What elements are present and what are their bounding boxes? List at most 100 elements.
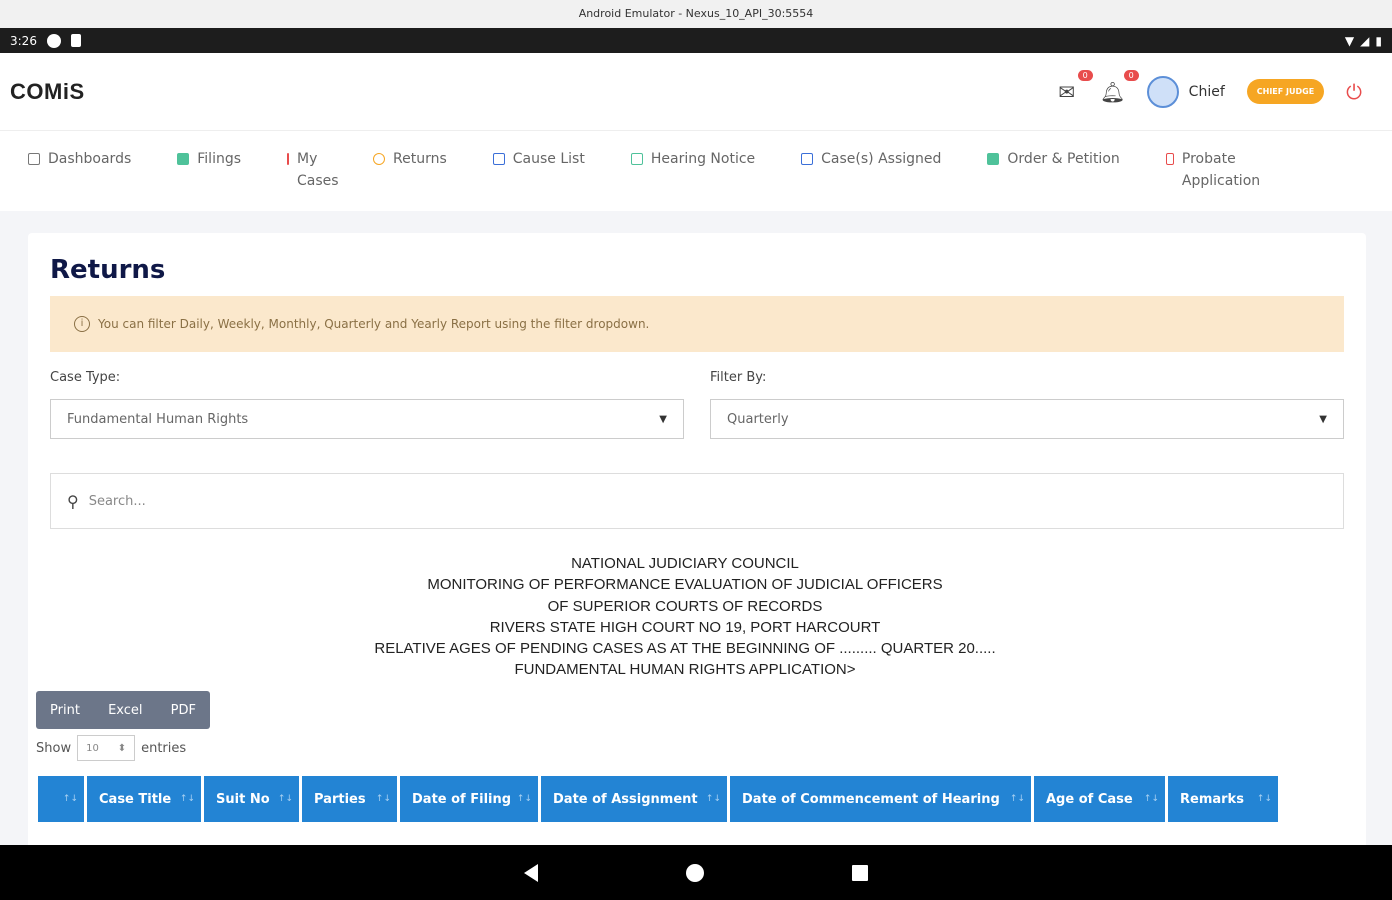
column-label: Age of Case [1046,791,1133,807]
print-button[interactable]: Print [50,703,80,718]
nav-label: My Cases [297,151,339,189]
nav-order-petition[interactable]: Order & Petition [987,148,1120,170]
cause-list-icon [492,153,505,165]
nav-label: Filings [197,151,242,167]
notification-button[interactable]: 🔔︎ 0 [1099,69,1139,104]
notification-icon [46,33,61,48]
cases-assigned-icon [801,153,814,165]
column-header-index[interactable]: ↑↓ [38,776,84,822]
android-nav-bar [0,845,1392,900]
filter-by-select[interactable]: Quarterly ▼ [710,399,1344,439]
caret-down-icon: ▼ [1319,413,1327,425]
nav-label: Probate Application [1181,151,1261,189]
nav-cause-list[interactable]: Cause List [492,148,585,170]
entries-select[interactable]: 10 ⬍ [77,735,136,761]
report-line: MONITORING OF PERFORMANCE EVALUATION OF … [427,576,943,594]
wifi-icon: ▼ [1344,33,1355,48]
filter-by-label: Filter By: [710,370,767,385]
report-line: RELATIVE AGES OF PENDING CASES AS AT THE… [374,640,996,658]
home-icon[interactable] [686,863,704,882]
stepper-icon: ⬍ [117,742,127,754]
probate-icon [1165,153,1174,165]
status-time: 3:26 [10,33,37,48]
user-menu[interactable]: Chief [1146,75,1225,108]
excel-button[interactable]: Excel [108,703,142,718]
page-title: Returns [50,255,166,285]
comis-logo[interactable]: COMiS [10,79,85,105]
nav-label: Dashboards [48,151,132,167]
column-header-age-of-case[interactable]: Age of Case ↑↓ [1034,776,1165,822]
sort-icon: ↑↓ [1256,794,1272,804]
user-name: Chief [1188,83,1225,100]
nav-my-cases[interactable]: My Cases [287,148,339,192]
pdf-button[interactable]: PDF [171,703,196,718]
export-button-group: Print Excel PDF [36,691,210,729]
main-nav: Dashboards Filings My Cases Returns Caus… [0,131,1392,211]
nav-dashboards[interactable]: Dashboards [28,148,131,170]
column-label: Parties [314,791,366,807]
nav-label: Hearing Notice [650,151,756,167]
nav-hearing-notice[interactable]: Hearing Notice [630,148,756,170]
search-placeholder: Search... [88,493,146,509]
report-line: OF SUPERIOR COURTS OF RECORDS [547,597,823,615]
filings-icon [177,153,190,165]
back-icon[interactable] [524,863,538,882]
search-input[interactable]: ⚲ Search... [50,473,1344,529]
signal-icon: ◢ [1360,33,1370,48]
case-type-value: Fundamental Human Rights [67,411,249,427]
avatar [1146,75,1179,108]
order-petition-icon [987,153,1000,165]
report-line: RIVERS STATE HIGH COURT NO 19, PORT HARC… [489,618,881,636]
column-label: Date of Assignment [553,791,698,807]
filter-by-value: Quarterly [727,411,789,427]
report-header: NATIONAL JUDICIARY COUNCIL MONITORING OF… [50,553,1320,681]
mail-badge: 0 [1077,69,1093,81]
sort-icon: ↑↓ [1143,794,1159,804]
entries-value: 10 [86,742,99,754]
my-cases-icon [287,153,290,165]
report-line: FUNDAMENTAL HUMAN RIGHTS APPLICATION> [514,661,856,679]
column-header-date-of-commencement[interactable]: Date of Commencement of Hearing ↑↓ [730,776,1031,822]
sort-icon: ↑↓ [516,794,532,804]
role-badge: CHIEF JUDGE [1246,79,1325,104]
report-line: NATIONAL JUDICIARY COUNCIL [571,555,799,572]
column-header-parties[interactable]: Parties ↑↓ [302,776,397,822]
nav-cases-assigned[interactable]: Case(s) Assigned [801,148,941,170]
nav-label: Cause List [512,151,585,167]
returns-card: Returns i You can filter Daily, Weekly, … [28,233,1366,845]
mail-button[interactable]: ✉ 0 [1055,69,1093,104]
column-label: Suit No [216,791,270,807]
column-header-suit-no[interactable]: Suit No ↑↓ [204,776,299,822]
mail-icon: ✉ [1058,79,1076,104]
column-label: Remarks [1180,791,1244,807]
sort-icon: ↑↓ [375,794,391,804]
dashboard-icon [28,153,40,165]
case-type-select[interactable]: Fundamental Human Rights ▼ [50,399,684,439]
column-header-remarks[interactable]: Remarks ↑↓ [1168,776,1278,822]
column-header-date-of-filing[interactable]: Date of Filing ↑↓ [400,776,538,822]
nav-label: Returns [393,151,447,167]
logout-power-icon[interactable]: ⏻ [1346,80,1362,104]
entries-label: entries [141,740,187,756]
sort-icon: ↑↓ [277,794,293,804]
hearing-notice-icon [630,153,643,165]
column-header-case-title[interactable]: Case Title ↑↓ [87,776,201,822]
returns-icon [373,153,386,165]
column-label: Date of Commencement of Hearing [742,791,1000,807]
show-entries: Show 10 ⬍ entries [36,735,186,761]
nav-filings[interactable]: Filings [177,148,241,170]
info-icon: i [74,316,90,332]
alert-text: You can filter Daily, Weekly, Monthly, Q… [98,317,650,331]
column-header-date-of-assignment[interactable]: Date of Assignment ↑↓ [541,776,727,822]
nav-probate-application[interactable]: Probate Application [1165,148,1266,192]
column-label: Date of Filing [412,791,512,807]
caret-down-icon: ▼ [659,413,667,425]
nav-returns[interactable]: Returns [373,148,447,170]
battery-icon: ▮ [1375,33,1382,48]
recent-apps-icon[interactable] [852,864,868,881]
status-bar: 3:26 ▼ ◢ ▮ [0,28,1392,53]
show-label: Show [36,740,72,756]
bell-icon: 🔔︎ [1099,79,1126,104]
app-header: COMiS ✉ 0 🔔︎ 0 Chief CHIEF JUDGE ⏻ [0,53,1392,131]
nav-label: Order & Petition [1007,151,1120,167]
